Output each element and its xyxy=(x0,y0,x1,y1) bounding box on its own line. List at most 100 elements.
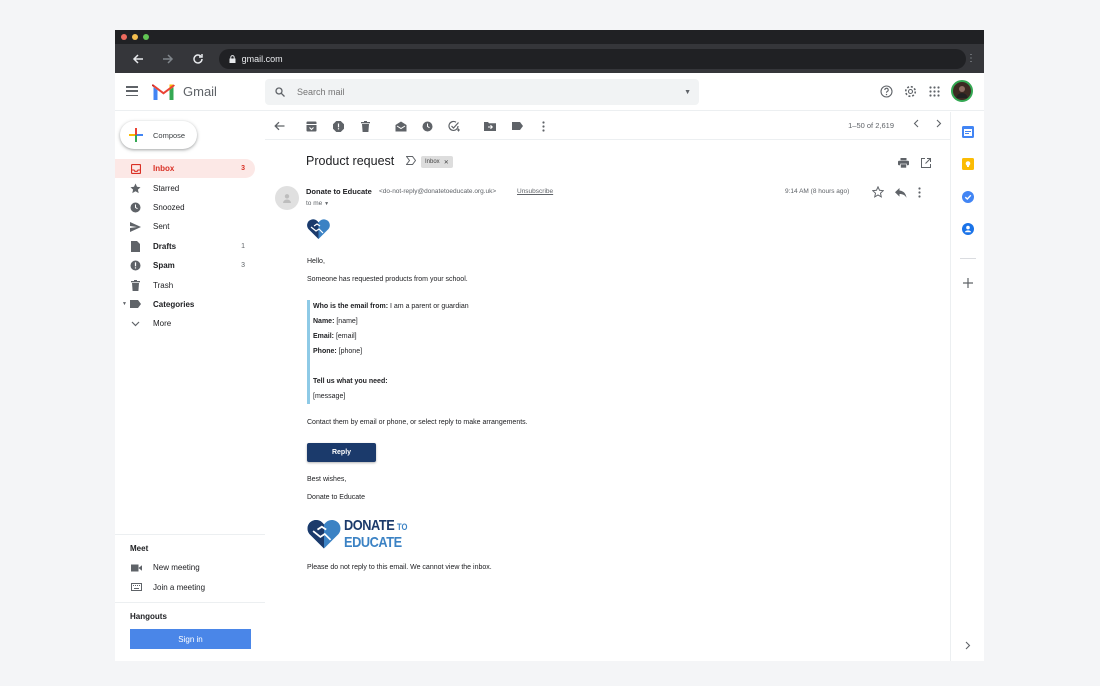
title-bar xyxy=(115,30,984,44)
star-message-icon[interactable] xyxy=(871,185,885,203)
add-addon-plus-icon[interactable] xyxy=(962,277,974,289)
from-line: Who is the email from: I am a parent or … xyxy=(313,303,469,310)
add-task-icon[interactable] xyxy=(447,119,461,133)
greeting-text: Hello, xyxy=(307,258,325,265)
from-value: I am a parent or guardian xyxy=(388,303,469,310)
sidebar-item-sent[interactable]: Sent xyxy=(115,217,265,236)
reply-icon[interactable] xyxy=(895,185,907,203)
mark-unread-icon[interactable] xyxy=(394,119,408,133)
pagination-text: 1–50 of 2,619 xyxy=(848,121,894,130)
email-label: Email: xyxy=(313,333,335,340)
delete-icon[interactable] xyxy=(358,119,372,133)
from-label: Who is the email from: xyxy=(313,303,389,310)
name-label: Name: xyxy=(313,318,335,325)
open-new-window-icon[interactable] xyxy=(921,155,931,173)
inbox-icon xyxy=(130,163,141,174)
label-icon xyxy=(130,299,141,310)
close-dot[interactable] xyxy=(121,34,127,40)
sender-email: <do-not-reply@donatetoeducate.org.uk> xyxy=(379,188,497,195)
settings-gear-icon[interactable] xyxy=(903,84,917,98)
chevron-right-icon[interactable] xyxy=(936,119,942,130)
quote-bar xyxy=(307,300,310,404)
apps-grid-icon[interactable] xyxy=(927,84,941,98)
search-options-caret-icon[interactable]: ▼ xyxy=(684,89,691,96)
snooze-icon[interactable] xyxy=(420,119,434,133)
inbox-label-chip[interactable]: Inbox ✕ xyxy=(421,156,453,168)
print-icon[interactable] xyxy=(898,155,909,173)
chevron-left-icon[interactable] xyxy=(913,119,919,130)
meet-section: Meet New meeting Join a meeting xyxy=(115,534,265,597)
expand-caret-icon[interactable]: ▼ xyxy=(122,301,127,307)
sidebar-item-categories[interactable]: ▼ Categories xyxy=(115,295,265,314)
contacts-icon[interactable] xyxy=(962,223,974,235)
search-icon[interactable] xyxy=(275,87,285,97)
need-line: Tell us what you need: xyxy=(313,378,388,385)
gmail-m-icon xyxy=(152,84,175,100)
sign-in-button[interactable]: Sign in xyxy=(130,629,251,649)
message-time: 9:14 AM (8 hours ago) xyxy=(785,188,850,195)
message-toolbar: 1–50 of 2,619 xyxy=(265,112,950,140)
new-meeting-item[interactable]: New meeting xyxy=(115,558,265,578)
compose-button[interactable]: Compose xyxy=(120,121,197,149)
sidebar-item-trash[interactable]: Trash xyxy=(115,275,265,294)
sender-name[interactable]: Donate to Educate xyxy=(306,187,372,196)
more-options-icon[interactable] xyxy=(536,119,550,133)
help-icon[interactable] xyxy=(879,84,893,98)
new-meeting-label: New meeting xyxy=(153,563,200,573)
sidebar-item-starred[interactable]: Starred xyxy=(115,178,265,197)
importance-marker-icon[interactable] xyxy=(405,156,417,167)
forward-arrow-icon[interactable] xyxy=(153,44,183,73)
main-menu-icon[interactable] xyxy=(126,86,138,96)
need-value: [message] xyxy=(313,393,346,400)
sidebar-item-label: Drafts xyxy=(153,241,177,251)
gmail-logo[interactable]: Gmail xyxy=(152,83,217,100)
keep-icon[interactable] xyxy=(962,158,974,170)
back-to-inbox-icon[interactable] xyxy=(272,119,286,133)
reload-icon[interactable] xyxy=(183,44,213,73)
sender-avatar[interactable] xyxy=(275,186,299,210)
sidebar-item-label: Starred xyxy=(153,183,180,193)
email-line: Email: [email] xyxy=(313,333,357,340)
reply-button[interactable]: Reply xyxy=(307,443,376,462)
sidebar-item-spam[interactable]: Spam 3 xyxy=(115,256,265,275)
account-avatar[interactable] xyxy=(951,80,973,102)
clock-icon xyxy=(130,202,141,213)
signature-text: Donate to Educate xyxy=(307,494,365,501)
message-subject: Product request xyxy=(306,154,395,168)
url-bar[interactable]: gmail.com xyxy=(218,48,966,69)
details-caret-icon[interactable]: ▼ xyxy=(324,201,329,207)
plus-icon xyxy=(129,128,143,142)
sidebar-item-inbox[interactable]: Inbox 3 xyxy=(115,159,255,179)
logo-word-to: TO xyxy=(397,522,408,532)
message-more-icon[interactable] xyxy=(918,185,921,203)
label-as-icon[interactable] xyxy=(510,119,524,133)
tasks-icon[interactable] xyxy=(962,191,974,203)
archive-icon[interactable] xyxy=(304,119,318,133)
browser-menu-icon[interactable]: ⋮ xyxy=(966,53,976,64)
phone-label: Phone: xyxy=(313,348,337,355)
sidebar-item-snoozed[interactable]: Snoozed xyxy=(115,198,265,217)
draft-icon xyxy=(130,240,141,252)
donate-heart-icon xyxy=(307,219,330,239)
unsubscribe-link[interactable]: Unsubscribe xyxy=(517,188,553,195)
sidebar-item-label: More xyxy=(153,319,172,329)
sidebar-item-more[interactable]: More xyxy=(115,314,265,333)
search-bar[interactable]: ▼ xyxy=(265,79,699,105)
join-meeting-item[interactable]: Join a meeting xyxy=(115,578,265,598)
report-spam-icon[interactable] xyxy=(331,119,345,133)
side-panel-divider xyxy=(960,258,976,259)
keyboard-icon xyxy=(131,583,142,592)
remove-label-icon[interactable]: ✕ xyxy=(444,159,449,166)
recipient-details[interactable]: to me ▼ xyxy=(306,200,329,207)
maximize-dot[interactable] xyxy=(143,34,149,40)
expand-panel-chevron-icon[interactable] xyxy=(962,639,974,651)
sidebar-item-drafts[interactable]: Drafts 1 xyxy=(115,237,265,256)
phone-value: [phone] xyxy=(336,348,363,355)
calendar-icon[interactable] xyxy=(962,126,974,138)
need-label: Tell us what you need: xyxy=(313,378,388,385)
search-input[interactable] xyxy=(297,87,657,97)
message-view: 1–50 of 2,619 Product request Inbox ✕ Do… xyxy=(265,112,950,661)
move-to-icon[interactable] xyxy=(483,119,497,133)
back-arrow-icon[interactable] xyxy=(123,44,153,73)
minimize-dot[interactable] xyxy=(132,34,138,40)
